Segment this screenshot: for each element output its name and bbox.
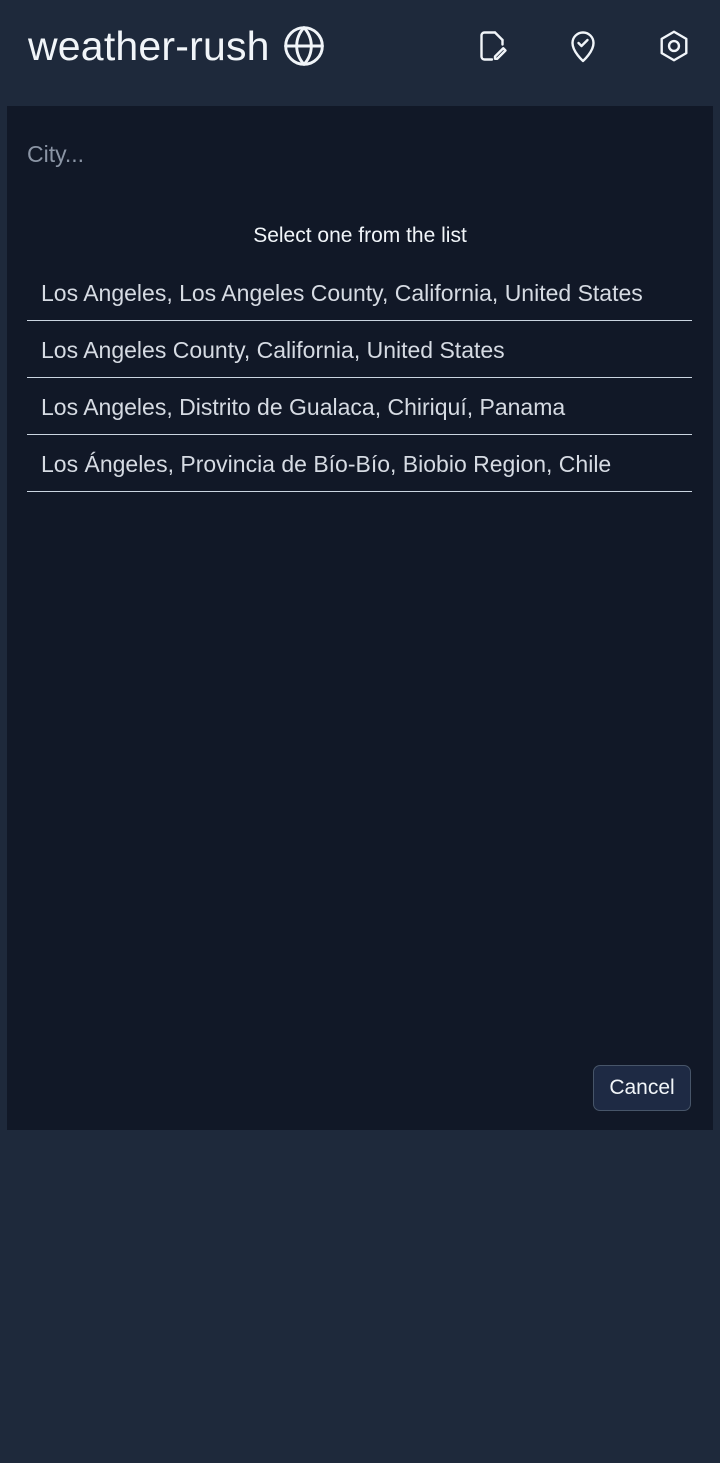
- results-list: Los Angeles, Los Angeles County, Califor…: [27, 268, 692, 492]
- saved-locations-button[interactable]: [559, 22, 607, 70]
- settings-button[interactable]: [650, 22, 698, 70]
- edit-document-icon: [474, 28, 510, 64]
- globe-icon: [282, 24, 326, 68]
- results-heading: Select one from the list: [253, 224, 467, 247]
- location-check-icon: [565, 28, 601, 64]
- list-item[interactable]: Los Angeles County, California, United S…: [27, 321, 692, 378]
- brand: weather-rush: [28, 20, 326, 72]
- list-item[interactable]: Los Angeles, Los Angeles County, Califor…: [27, 268, 692, 321]
- app-root: weather-rush City... Select one from the…: [0, 0, 720, 1463]
- location-search-panel: Select one from the list Los Angeles, Lo…: [7, 106, 713, 1130]
- settings-gear-icon: [656, 28, 692, 64]
- app-title: weather-rush: [28, 23, 270, 69]
- city-search-input[interactable]: [27, 134, 687, 174]
- cancel-button[interactable]: Cancel: [593, 1065, 691, 1111]
- list-item[interactable]: Los Angeles, Distrito de Gualaca, Chiriq…: [27, 378, 692, 435]
- app-header: weather-rush: [0, 0, 720, 92]
- edit-button[interactable]: [468, 22, 516, 70]
- list-item[interactable]: Los Ángeles, Provincia de Bío-Bío, Biobi…: [27, 435, 692, 492]
